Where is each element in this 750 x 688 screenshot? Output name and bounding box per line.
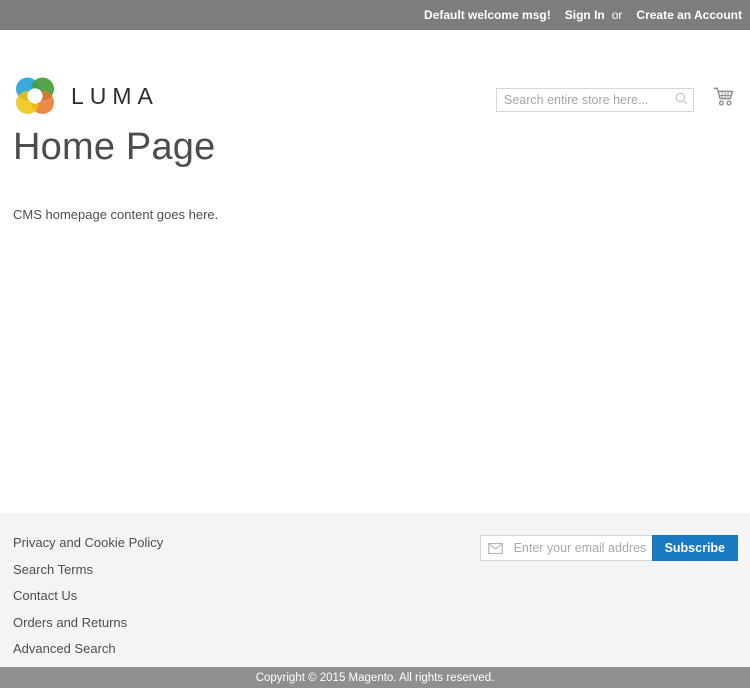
site-footer: Subscribe Privacy and Cookie Policy Sear… [0, 513, 750, 667]
cms-content-text: CMS homepage content goes here. [13, 206, 219, 222]
footer-link-orders-and-returns[interactable]: Orders and Returns [13, 615, 127, 630]
list-item: Search Terms [13, 561, 750, 579]
search-button[interactable] [669, 89, 693, 111]
search-input[interactable] [497, 89, 669, 111]
footer-link-privacy-and-cookie-policy[interactable]: Privacy and Cookie Policy [13, 535, 163, 550]
site-header: LUMA [0, 30, 750, 114]
list-item: Orders and Returns [13, 614, 750, 632]
newsletter-email-input[interactable] [507, 536, 652, 560]
list-item: Contact Us [13, 587, 750, 605]
list-item: Advanced Search [13, 640, 750, 658]
footer-link-advanced-search[interactable]: Advanced Search [13, 641, 116, 656]
cart-link[interactable] [710, 86, 738, 114]
shopping-cart-icon [713, 87, 735, 113]
search-icon [675, 92, 688, 108]
subscribe-button[interactable]: Subscribe [651, 535, 738, 561]
envelope-icon [481, 542, 508, 554]
top-panel: Default welcome msg! Sign In or Create a… [0, 0, 750, 30]
newsletter-field[interactable] [479, 535, 652, 561]
logo-link[interactable]: LUMA [13, 75, 159, 117]
copyright-text: Copyright © 2015 Magento. All rights res… [255, 671, 495, 684]
copyright-bar: Copyright © 2015 Magento. All rights res… [0, 667, 750, 688]
welcome-message: Default welcome msg! [424, 8, 551, 22]
search-box[interactable] [496, 88, 694, 112]
top-panel-separator: or [611, 8, 623, 22]
footer-link-contact-us[interactable]: Contact Us [13, 588, 77, 603]
newsletter-signup: Subscribe [479, 535, 738, 561]
luma-flower-logo-icon [13, 75, 57, 117]
create-account-link[interactable]: Create an Account [636, 8, 742, 22]
main-content: Home Page CMS homepage content goes here… [0, 102, 750, 222]
footer-link-search-terms[interactable]: Search Terms [13, 562, 93, 577]
logo-wordmark: LUMA [71, 82, 159, 109]
sign-in-link[interactable]: Sign In [565, 8, 605, 22]
